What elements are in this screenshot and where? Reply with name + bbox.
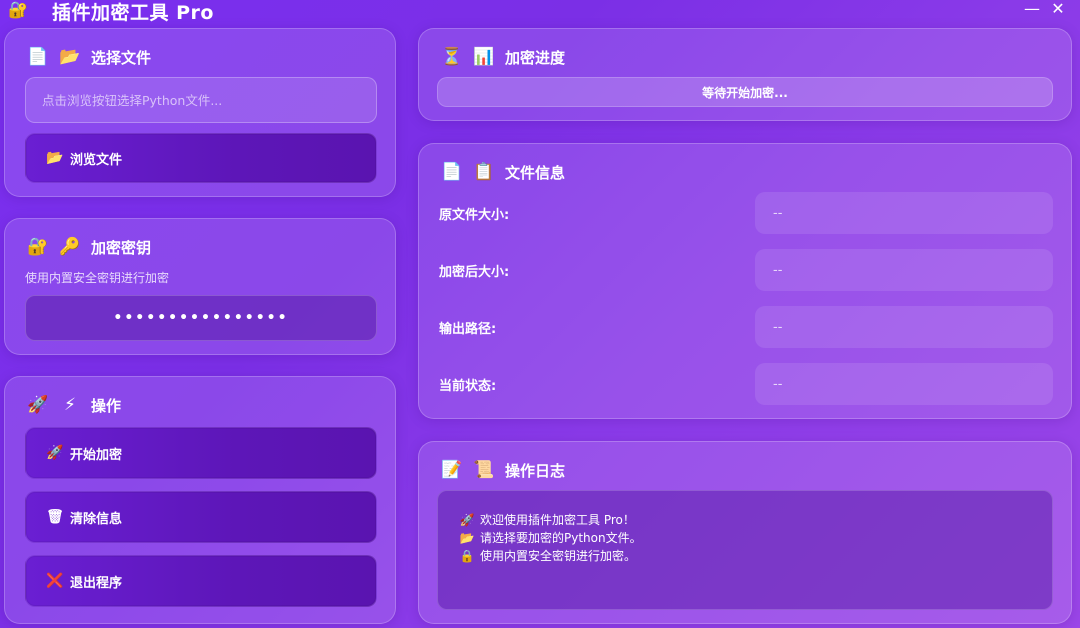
encrypted-size-label: 加密后大小: <box>439 265 510 280</box>
info-row-encrypted-size: 加密后大小: -- <box>437 249 1053 291</box>
open-folder-icon: 📂 <box>46 150 64 166</box>
exit-program-label: 退出程序 <box>70 575 123 591</box>
encryption-key-description: 使用内置安全密钥进行加密 <box>25 271 170 285</box>
info-row-original-size: 原文件大小: -- <box>437 192 1053 234</box>
folder-icon: 📂 <box>459 531 475 545</box>
info-row-output-path: 输出路径: -- <box>437 306 1053 348</box>
log-line: 📂 请选择要加密的Python文件。 <box>458 529 1052 547</box>
info-row-current-status: 当前状态: -- <box>437 363 1053 405</box>
clipboard-icon: 📋 <box>473 162 495 182</box>
clear-info-button[interactable]: 🗑 清除信息 <box>25 491 377 543</box>
start-encrypt-label: 开始加密 <box>70 447 123 463</box>
folder-icon: 📂 <box>59 47 81 67</box>
minimize-button[interactable]: — <box>1022 0 1042 18</box>
encryption-key-card: 🔐 🔑 加密密钥 使用内置安全密钥进行加密 •••••••••••••••• <box>4 218 396 355</box>
key-icon: 🔑 <box>59 237 81 257</box>
encryption-key-title: 加密密钥 <box>91 238 152 257</box>
lock-icon: 🔒 <box>459 549 475 563</box>
document-icon: 📄 <box>441 162 463 182</box>
scroll-icon: 📜 <box>473 460 495 480</box>
log-line-text: 请选择要加密的Python文件。 <box>480 531 642 545</box>
rocket-icon: 🚀 <box>27 395 49 415</box>
actions-header: 🚀 ⚡ 操作 <box>27 393 121 417</box>
log-line-text: 欢迎使用插件加密工具 Pro！ <box>480 513 635 527</box>
browse-file-label: 浏览文件 <box>70 152 123 168</box>
bar-chart-icon: 📊 <box>473 47 495 67</box>
log-line: 🔒 使用内置安全密钥进行加密。 <box>458 547 1052 565</box>
actions-title: 操作 <box>91 396 122 415</box>
log-text-area[interactable]: 🚀 欢迎使用插件加密工具 Pro！ 📂 请选择要加密的Python文件。 🔒 使… <box>437 490 1053 610</box>
clear-info-label: 清除信息 <box>70 511 123 527</box>
document-icon: 📄 <box>27 47 49 67</box>
memo-icon: 📝 <box>441 460 463 480</box>
progress-title: 加密进度 <box>505 48 566 67</box>
lightning-icon: ⚡ <box>64 395 76 415</box>
select-file-title: 选择文件 <box>91 48 152 67</box>
file-info-card: 📄 📋 文件信息 原文件大小: -- 加密后大小: -- 输出路径: -- 当前… <box>418 143 1072 419</box>
rocket-icon: 🚀 <box>46 445 64 461</box>
rocket-icon: 🚀 <box>459 513 475 527</box>
close-window-button[interactable]: ✕ <box>1048 0 1068 18</box>
encrypted-size-value: -- <box>755 249 1053 291</box>
progress-card: ⏳ 📊 加密进度 等待开始加密... <box>418 28 1072 121</box>
current-status-label: 当前状态: <box>439 379 497 394</box>
original-size-label: 原文件大小: <box>439 208 510 223</box>
progress-header: ⏳ 📊 加密进度 <box>441 45 565 69</box>
window-title: 插件加密工具 Pro <box>52 2 214 24</box>
progress-status-text: 等待开始加密... <box>702 85 788 100</box>
encrypt-progress-bar: 等待开始加密... <box>437 77 1053 107</box>
select-file-card: 📄 📂 选择文件 📂 浏览文件 <box>4 28 396 197</box>
output-path-value: -- <box>755 306 1053 348</box>
app-lock-icon: 🔐 <box>8 0 28 19</box>
current-status-value: -- <box>755 363 1053 405</box>
output-path-label: 输出路径: <box>439 322 497 337</box>
log-line-text: 使用内置安全密钥进行加密。 <box>480 549 637 563</box>
file-info-title: 文件信息 <box>505 163 566 182</box>
lock-with-key-icon: 🔐 <box>27 237 49 257</box>
operation-log-header: 📝 📜 操作日志 <box>441 458 565 482</box>
log-line: 🚀 欢迎使用插件加密工具 Pro！ <box>458 511 1052 529</box>
browse-file-button[interactable]: 📂 浏览文件 <box>25 133 377 183</box>
cross-mark-icon: ❌ <box>46 573 64 589</box>
encryption-key-header: 🔐 🔑 加密密钥 <box>27 235 151 259</box>
title-bar: 🔐 插件加密工具 Pro — ✕ <box>0 0 1080 24</box>
masked-key-field: •••••••••••••••• <box>25 295 377 341</box>
trash-icon: 🗑 <box>46 509 64 525</box>
select-file-header: 📄 📂 选择文件 <box>27 45 151 69</box>
actions-card: 🚀 ⚡ 操作 🚀 开始加密 🗑 清除信息 ❌ 退出程序 <box>4 376 396 624</box>
exit-program-button[interactable]: ❌ 退出程序 <box>25 555 377 607</box>
operation-log-title: 操作日志 <box>505 461 566 480</box>
file-path-input[interactable] <box>25 77 377 123</box>
operation-log-card: 📝 📜 操作日志 🚀 欢迎使用插件加密工具 Pro！ 📂 请选择要加密的Pyth… <box>418 441 1072 624</box>
hourglass-icon: ⏳ <box>441 47 463 67</box>
start-encrypt-button[interactable]: 🚀 开始加密 <box>25 427 377 479</box>
original-size-value: -- <box>755 192 1053 234</box>
file-info-header: 📄 📋 文件信息 <box>441 160 565 184</box>
